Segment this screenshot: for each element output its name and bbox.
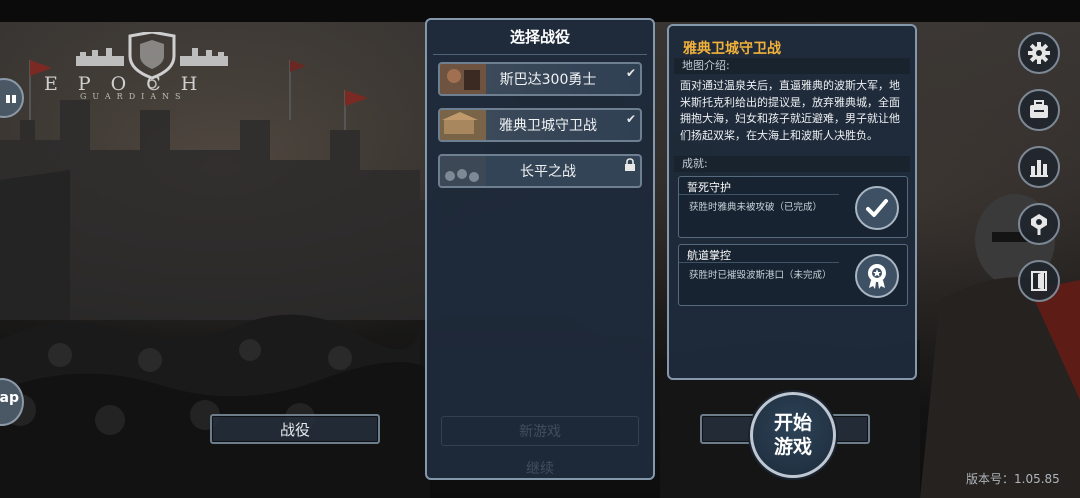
check-icon xyxy=(866,199,888,217)
campaign-item-changping[interactable]: 长平之战 xyxy=(438,154,642,188)
achievements-label: 成就: xyxy=(674,156,910,172)
logo-subtitle: GUARDIANS xyxy=(80,92,187,101)
campaign-label: 长平之战 xyxy=(520,164,576,180)
stats-button[interactable] xyxy=(1018,146,1060,188)
unlock-button[interactable] xyxy=(1018,203,1060,245)
achievement-desc: 获胜时已摧毁波斯港口（未完成） xyxy=(689,270,832,281)
check-icon: ✔ xyxy=(625,112,636,126)
key-icon xyxy=(1031,214,1047,235)
chat-icon xyxy=(6,95,16,103)
settings-button[interactable] xyxy=(1018,32,1060,74)
campaign-select-panel: 选择战役 斯巴达300勇士 ✔ 雅典卫城守卫战 ✔ 长平之战 新游戏 继续 xyxy=(425,18,655,480)
achievement-name: 誓死守护 xyxy=(687,181,731,194)
exit-door-icon xyxy=(1031,271,1047,291)
achievement-card: 航道掌控 获胜时已摧毁波斯港口（未完成） xyxy=(678,244,908,306)
app-label: ap xyxy=(0,390,19,406)
check-icon: ✔ xyxy=(625,66,636,80)
new-game-button[interactable]: 新游戏 xyxy=(441,416,639,446)
campaign-item-athens[interactable]: 雅典卫城守卫战 ✔ xyxy=(438,108,642,142)
intro-label: 地图介绍: xyxy=(674,58,910,74)
achievement-badge xyxy=(855,254,899,298)
campaign-item-sparta[interactable]: 斯巴达300勇士 ✔ xyxy=(438,62,642,96)
intro-text: 面对通过温泉关后，直逼雅典的波斯大军，地米斯托克利给出的提议是，放弃雅典城，全面… xyxy=(680,79,900,142)
continue-button[interactable]: 继续 xyxy=(441,460,639,477)
bar-chart-icon xyxy=(1030,160,1048,177)
achievement-name: 航道掌控 xyxy=(687,249,731,262)
achievement-desc: 获胜时雅典未被攻破（已完成） xyxy=(689,202,823,213)
campaign-info-panel: 雅典卫城守卫战 地图介绍: 面对通过温泉关后，直逼雅典的波斯大军，地米斯托克利给… xyxy=(667,24,917,380)
campaign-label: 雅典卫城守卫战 xyxy=(499,118,597,134)
exit-button[interactable] xyxy=(1018,260,1060,302)
briefcase-icon xyxy=(1030,100,1048,118)
divider xyxy=(433,54,647,55)
gear-icon xyxy=(1028,42,1050,64)
start-label-line2: 游戏 xyxy=(773,436,812,458)
lock-icon xyxy=(625,158,635,171)
campaign-label: 斯巴达300勇士 xyxy=(499,72,597,88)
inventory-button[interactable] xyxy=(1018,89,1060,131)
campaign-title: 雅典卫城守卫战 xyxy=(683,41,781,57)
medal-icon xyxy=(868,264,886,289)
achievement-badge xyxy=(855,186,899,230)
version-label: 版本号：1.05.85 xyxy=(966,472,1060,486)
campaign-button[interactable]: 战役 xyxy=(210,414,380,444)
panel-title: 选择战役 xyxy=(509,27,570,46)
achievement-card: 誓死守护 获胜时雅典未被攻破（已完成） xyxy=(678,176,908,238)
start-label-line1: 开始 xyxy=(773,412,812,434)
start-game-button[interactable]: 开始 游戏 xyxy=(750,392,836,478)
